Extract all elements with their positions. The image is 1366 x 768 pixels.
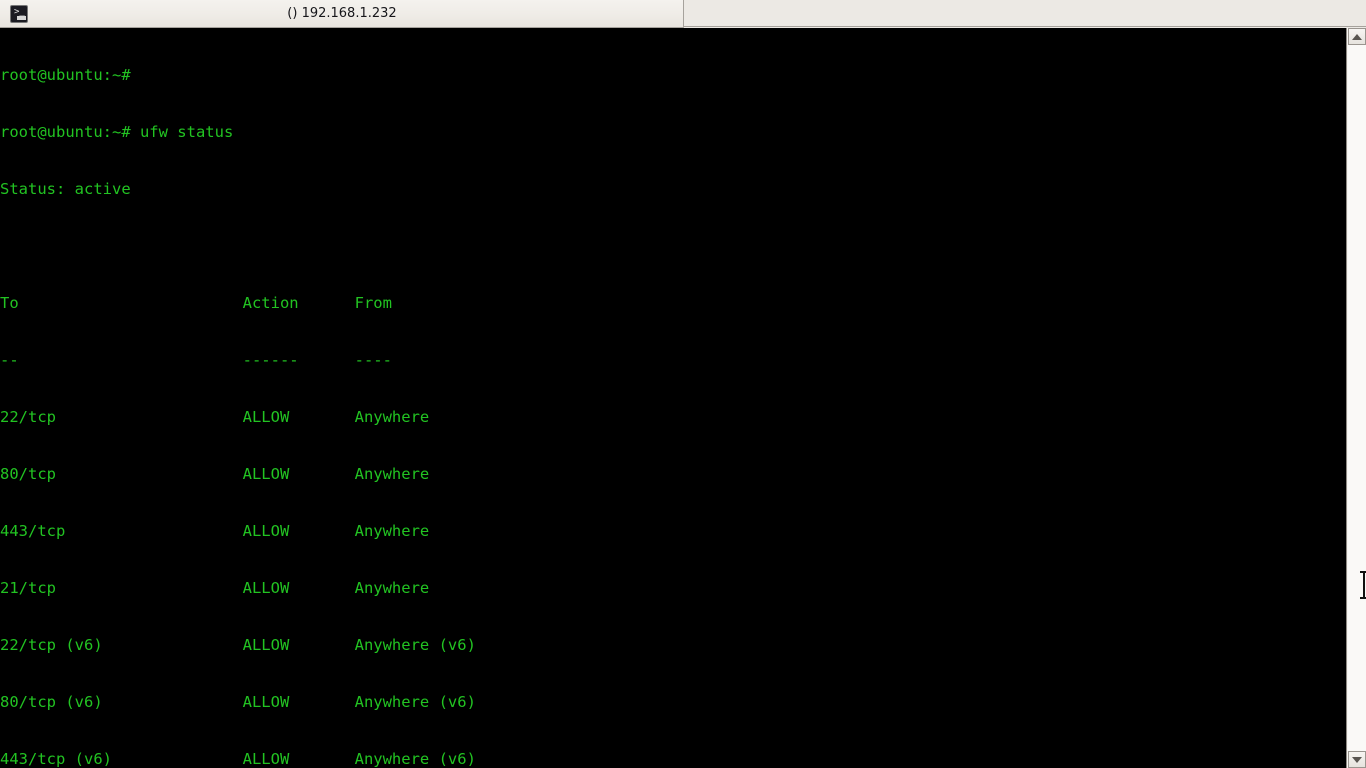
terminal-icon-bar <box>17 16 26 20</box>
scrollbar-down-button[interactable] <box>1348 751 1366 768</box>
chevron-down-icon <box>1352 756 1362 763</box>
terminal-window: () 192.168.1.232 >_ root@ubuntu:~# root@… <box>0 0 1366 768</box>
terminal-line: root@ubuntu:~# ufw status <box>0 123 234 141</box>
terminal-line: 80/tcp ALLOW Anywhere <box>0 465 430 483</box>
terminal-line: 22/tcp ALLOW Anywhere <box>0 408 430 426</box>
terminal-body[interactable]: root@ubuntu:~# root@ubuntu:~# ufw status… <box>0 28 1346 768</box>
terminal-line: 22/tcp (v6) ALLOW Anywhere (v6) <box>0 636 476 654</box>
terminal-line: Status: active <box>0 180 131 198</box>
window-title-tab[interactable]: () 192.168.1.232 >_ <box>0 0 684 28</box>
title-bar-filler <box>684 0 1366 27</box>
terminal-screen[interactable]: root@ubuntu:~# root@ubuntu:~# ufw status… <box>0 28 476 768</box>
terminal-line: 443/tcp ALLOW Anywhere <box>0 522 430 540</box>
window-title: () 192.168.1.232 <box>287 6 397 21</box>
chevron-up-icon <box>1352 33 1362 40</box>
terminal-line: 80/tcp (v6) ALLOW Anywhere (v6) <box>0 693 476 711</box>
vertical-scrollbar[interactable] <box>1346 28 1366 768</box>
terminal-line: 21/tcp ALLOW Anywhere <box>0 579 430 597</box>
terminal-line: -- ------ ---- <box>0 351 392 369</box>
terminal-icon: >_ <box>10 5 28 23</box>
ibeam-bottom-bar <box>1360 597 1366 599</box>
terminal-line: root@ubuntu:~# <box>0 66 131 84</box>
ibeam-stem <box>1363 571 1365 599</box>
title-bar[interactable]: () 192.168.1.232 >_ <box>0 0 1366 28</box>
scrollbar-up-button[interactable] <box>1348 28 1366 45</box>
scrollbar-track[interactable] <box>1348 45 1366 751</box>
text-ibeam-cursor <box>1360 571 1366 599</box>
terminal-line: 443/tcp (v6) ALLOW Anywhere (v6) <box>0 750 476 768</box>
terminal-line: To Action From <box>0 294 392 312</box>
